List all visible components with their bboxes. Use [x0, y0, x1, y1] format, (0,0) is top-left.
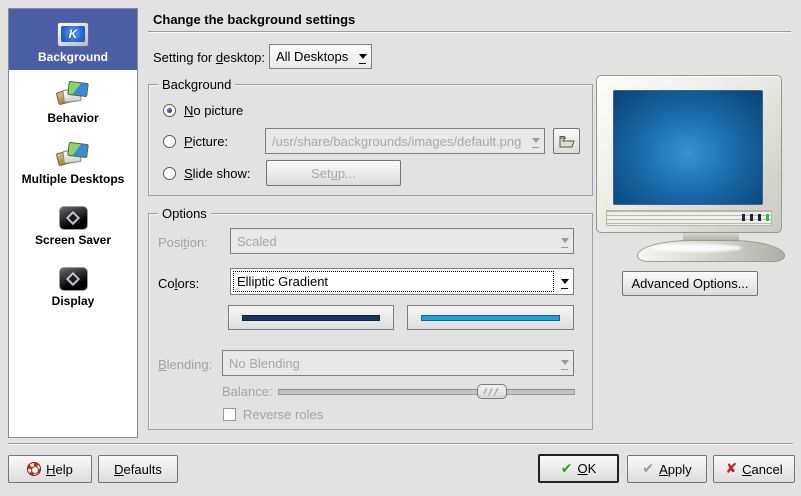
slider-handle[interactable]: [477, 384, 507, 399]
chevron-down-icon: [527, 129, 544, 153]
blending-combo: No Blending: [222, 350, 574, 376]
sidebar-item-label: Screen Saver: [9, 233, 137, 247]
cancel-x-icon: ✘: [725, 462, 737, 476]
sidebar-item-multiple-desktops[interactable]: Multiple Desktops: [9, 131, 137, 192]
advanced-options-button[interactable]: Advanced Options...: [622, 271, 758, 296]
setting-for-desktop-label: Setting for desktop:: [153, 50, 265, 65]
browse-folder-button[interactable]: [553, 128, 580, 154]
chevron-down-icon: [556, 269, 573, 294]
defaults-button[interactable]: Defaults: [98, 455, 178, 483]
screensaver-icon: [59, 206, 88, 230]
picture-label: Picture:: [184, 134, 228, 149]
color2-swatch: [421, 315, 560, 321]
slide-show-label: Slide show:: [184, 166, 250, 181]
footer-separator: [8, 443, 793, 445]
balance-slider: [278, 384, 575, 399]
ok-button[interactable]: ✔ OK: [538, 454, 619, 483]
sidebar-item-display[interactable]: Display: [9, 253, 137, 314]
module-list: K Background Behavior Multiple Desktops …: [8, 8, 138, 438]
cancel-button[interactable]: ✘ Cancel: [713, 455, 795, 483]
monitor-leds: [742, 214, 769, 221]
apply-button[interactable]: ✔ Apply: [627, 455, 707, 483]
folder-icon: [559, 135, 575, 148]
desktop-select[interactable]: All Desktops: [269, 44, 372, 69]
position-combo: Scaled: [230, 228, 574, 254]
colors-label: Colors:: [158, 276, 199, 291]
setup-button: Setup...: [266, 160, 401, 186]
blending-label: Blending:: [158, 357, 212, 372]
display-icon: [59, 267, 88, 291]
chevron-down-icon: [556, 351, 573, 375]
page-title: Change the background settings: [153, 12, 355, 27]
help-lifering-icon: [27, 462, 41, 476]
title-separator: [148, 31, 791, 33]
sidebar-item-label: Background: [9, 50, 137, 64]
chevron-down-icon: [556, 229, 573, 253]
background-monitor-icon: K: [57, 22, 89, 47]
sidebar-item-label: Multiple Desktops: [9, 172, 137, 186]
options-group-title: Options: [158, 206, 211, 221]
sidebar-item-label: Display: [9, 294, 137, 308]
no-picture-radio[interactable]: [163, 104, 176, 117]
chevron-down-icon: [354, 45, 371, 68]
colors-combo[interactable]: Elliptic Gradient: [230, 268, 574, 295]
balance-label: Balance:: [222, 384, 273, 399]
sidebar-item-label: Behavior: [9, 111, 137, 125]
slider-groove: [278, 389, 575, 395]
background-settings-dialog: K Background Behavior Multiple Desktops …: [0, 0, 801, 496]
sidebar-item-background[interactable]: K Background: [9, 9, 137, 70]
color1-swatch: [242, 315, 380, 321]
monitor-base: [637, 240, 785, 262]
sidebar-item-behavior[interactable]: Behavior: [9, 70, 137, 131]
position-label: Position:: [158, 235, 208, 250]
sidebar-item-screen-saver[interactable]: Screen Saver: [9, 192, 137, 253]
slide-show-radio[interactable]: [163, 167, 176, 180]
desktops-icon: [56, 80, 90, 108]
reverse-roles-label: Reverse roles: [243, 407, 323, 422]
reverse-roles-checkbox: [223, 408, 236, 421]
no-picture-label: No picture: [184, 103, 243, 118]
gradient-color2-button[interactable]: [407, 305, 574, 330]
gradient-color1-button[interactable]: [228, 305, 394, 330]
apply-check-icon: ✔: [642, 462, 654, 476]
picture-path-combo: /usr/share/backgrounds/images/default.pn…: [265, 128, 545, 154]
desktops-icon: [56, 141, 90, 169]
preview-monitor: [596, 75, 782, 233]
ok-check-icon: ✔: [561, 462, 573, 476]
picture-radio[interactable]: [163, 135, 176, 148]
help-button[interactable]: Help: [8, 455, 92, 483]
background-group-title: Background: [158, 77, 235, 92]
preview-screen: [613, 90, 763, 205]
